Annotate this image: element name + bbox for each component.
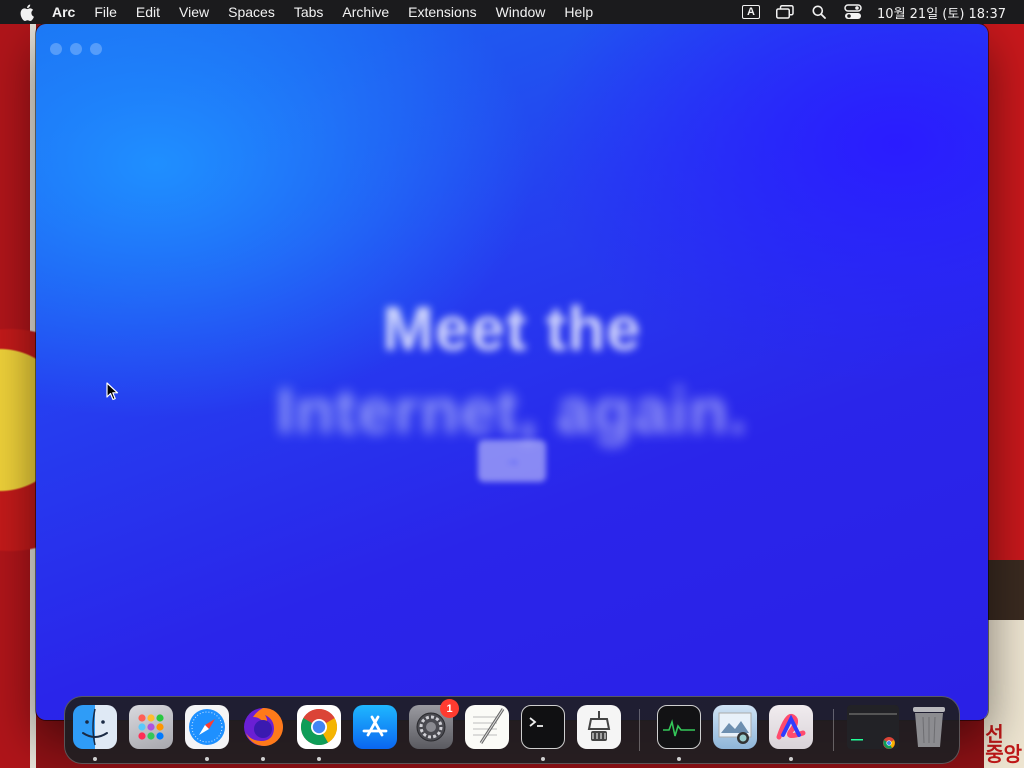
settings-update-badge: 1 [440,699,459,718]
terminal-icon[interactable] [521,705,565,749]
menu-archive[interactable]: Archive [342,4,389,20]
input-source-icon[interactable]: A [741,4,761,20]
welcome-headline-line2: Internet, again. [276,375,748,447]
trash-icon[interactable] [907,705,951,749]
safari-running-indicator [205,757,209,761]
window-controls [50,43,102,55]
finder-running-indicator [93,757,97,761]
finder-icon[interactable] [73,705,117,749]
menu-app-name[interactable]: Arc [52,4,75,20]
launchpad-icon[interactable] [129,705,173,749]
arc-running-indicator [789,757,793,761]
control-center-icon[interactable] [843,4,863,20]
minimize-window-button[interactable] [70,43,82,55]
arc-icon[interactable] [769,705,813,749]
chrome-running-indicator [317,757,321,761]
menu-extensions[interactable]: Extensions [408,4,476,20]
automator-icon[interactable] [577,705,621,749]
menu-spaces[interactable]: Spaces [228,4,275,20]
terminal-running-indicator [541,757,545,761]
dock-separator-2 [833,709,834,751]
dock: 1 [64,696,960,764]
wallpaper-text: 선 중앙 [985,722,1022,766]
apple-menu-icon[interactable] [18,4,34,21]
welcome-headline-line1: Meet the [382,295,642,364]
input-source-label: A [742,5,761,19]
activity-monitor-running-indicator [677,757,681,761]
system-settings-icon[interactable]: 1 [409,699,459,749]
menubar-clock[interactable]: 10월 21일 (토) 18:37 [877,3,1006,22]
chrome-icon[interactable] [297,705,341,749]
menu-tabs[interactable]: Tabs [294,4,324,20]
screen-mirroring-icon[interactable] [775,4,795,20]
firefox-running-indicator [261,757,265,761]
menu-view[interactable]: View [179,4,209,20]
menu-help[interactable]: Help [564,4,593,20]
app-store-icon[interactable] [353,705,397,749]
arc-browser-window: Meet the Internet, again. → [36,24,988,720]
firefox-icon[interactable] [241,705,285,749]
preview-icon[interactable] [713,705,757,749]
textedit-icon[interactable] [465,705,509,749]
menu-window[interactable]: Window [496,4,546,20]
welcome-continue-button[interactable]: → [478,440,546,482]
safari-icon[interactable] [185,705,229,749]
menu-bar: Arc File Edit View Spaces Tabs Archive E… [0,0,1024,24]
menu-edit[interactable]: Edit [136,4,160,20]
zoom-window-button[interactable] [90,43,102,55]
menu-file[interactable]: File [94,4,117,20]
close-window-button[interactable] [50,43,62,55]
chrome-window-thumbnail[interactable] [847,705,899,749]
dock-separator [639,709,640,751]
spotlight-search-icon[interactable] [809,4,829,20]
activity-monitor-icon[interactable] [657,705,701,749]
mouse-cursor-icon [106,382,119,401]
